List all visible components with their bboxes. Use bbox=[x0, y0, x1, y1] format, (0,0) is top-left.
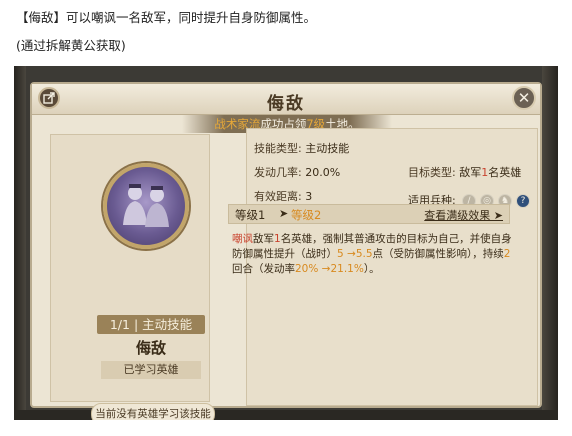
trigger-rate-value: 20.0% bbox=[305, 166, 341, 179]
skill-type-row: 技能类型: 主动技能 bbox=[254, 140, 349, 156]
target-type-row: 目标类型: 敌军1名英雄 bbox=[408, 164, 521, 180]
trigger-rate-row: 发动几率: 20.0% bbox=[254, 164, 340, 180]
desc-enemy: 敌军 bbox=[253, 233, 274, 245]
title-bar: 侮敌 ✕ bbox=[32, 84, 540, 115]
background-left bbox=[14, 66, 26, 420]
trigger-rate-label: 发动几率: bbox=[254, 166, 302, 179]
window-title: 侮敌 bbox=[267, 94, 305, 114]
target-type-pre: 敌军 bbox=[459, 166, 482, 179]
skill-type-label: 技能类型: bbox=[254, 142, 302, 155]
range-row: 有效距离: 3 bbox=[254, 188, 312, 204]
no-hero-message: 当前没有英雄学习该技能 bbox=[91, 403, 215, 420]
desc-body-2: 点（受防御属性影响），持续 bbox=[372, 248, 504, 260]
skill-summary: 1/1 | 主动技能 侮敌 已学习英雄 当前没有英雄学习该技能 bbox=[50, 134, 215, 420]
skill-type-value: 主动技能 bbox=[305, 142, 350, 155]
desc-count: 1 bbox=[274, 233, 281, 245]
desc-rate-change: 20% →21.1% bbox=[295, 263, 364, 275]
background-right bbox=[542, 66, 558, 420]
close-button[interactable]: ✕ bbox=[512, 86, 536, 110]
desc-defense-value: 5 →5.5 bbox=[337, 248, 373, 260]
level-arrow-icon: ➤ bbox=[279, 207, 289, 220]
skill-description: 嘲讽敌军1名英雄，强制其普通攻击的目标为自己，并使自身防御属性提升（战时）5 →… bbox=[232, 232, 512, 277]
desc-end: ）。 bbox=[363, 263, 380, 275]
skill-level-tag: 1/1 | 主动技能 bbox=[97, 315, 205, 334]
learned-heroes-label: 已学习英雄 bbox=[101, 361, 201, 379]
skill-name: 侮敌 bbox=[135, 339, 166, 357]
target-type-label: 目标类型: bbox=[408, 166, 456, 179]
view-max-effect-link[interactable]: 查看满级效果 ➤ bbox=[424, 207, 503, 223]
current-level: 等级1 bbox=[235, 208, 266, 222]
desc-turns: 2 bbox=[503, 248, 511, 260]
next-level: 等级2 bbox=[291, 208, 322, 222]
question-troop-icon: ? bbox=[516, 194, 530, 208]
two-officials-icon bbox=[123, 184, 169, 227]
range-value: 3 bbox=[305, 190, 313, 203]
desc-body-3: 回合（发动率 bbox=[232, 263, 295, 275]
close-icon: ✕ bbox=[517, 89, 531, 107]
intro-source-note: (通过拆解黄公获取) bbox=[16, 38, 126, 53]
target-type-post: 名英雄 bbox=[488, 166, 522, 179]
skill-emblem-icon bbox=[103, 163, 189, 249]
range-label: 有效距离: bbox=[254, 190, 302, 203]
level-bar: 等级1 ➤ 等级2 查看满级效果 ➤ bbox=[228, 204, 510, 224]
desc-taunt: 嘲讽 bbox=[232, 233, 253, 245]
game-screenshot: 侮敌 ✕ 战术家流成功占领7级土地。 1/1 | 主动技能 侮敌 已学习英雄 当… bbox=[14, 66, 558, 420]
intro-text: 【侮敌】可以嘲讽一名敌军，同时提升自身防御属性。 bbox=[16, 10, 317, 25]
